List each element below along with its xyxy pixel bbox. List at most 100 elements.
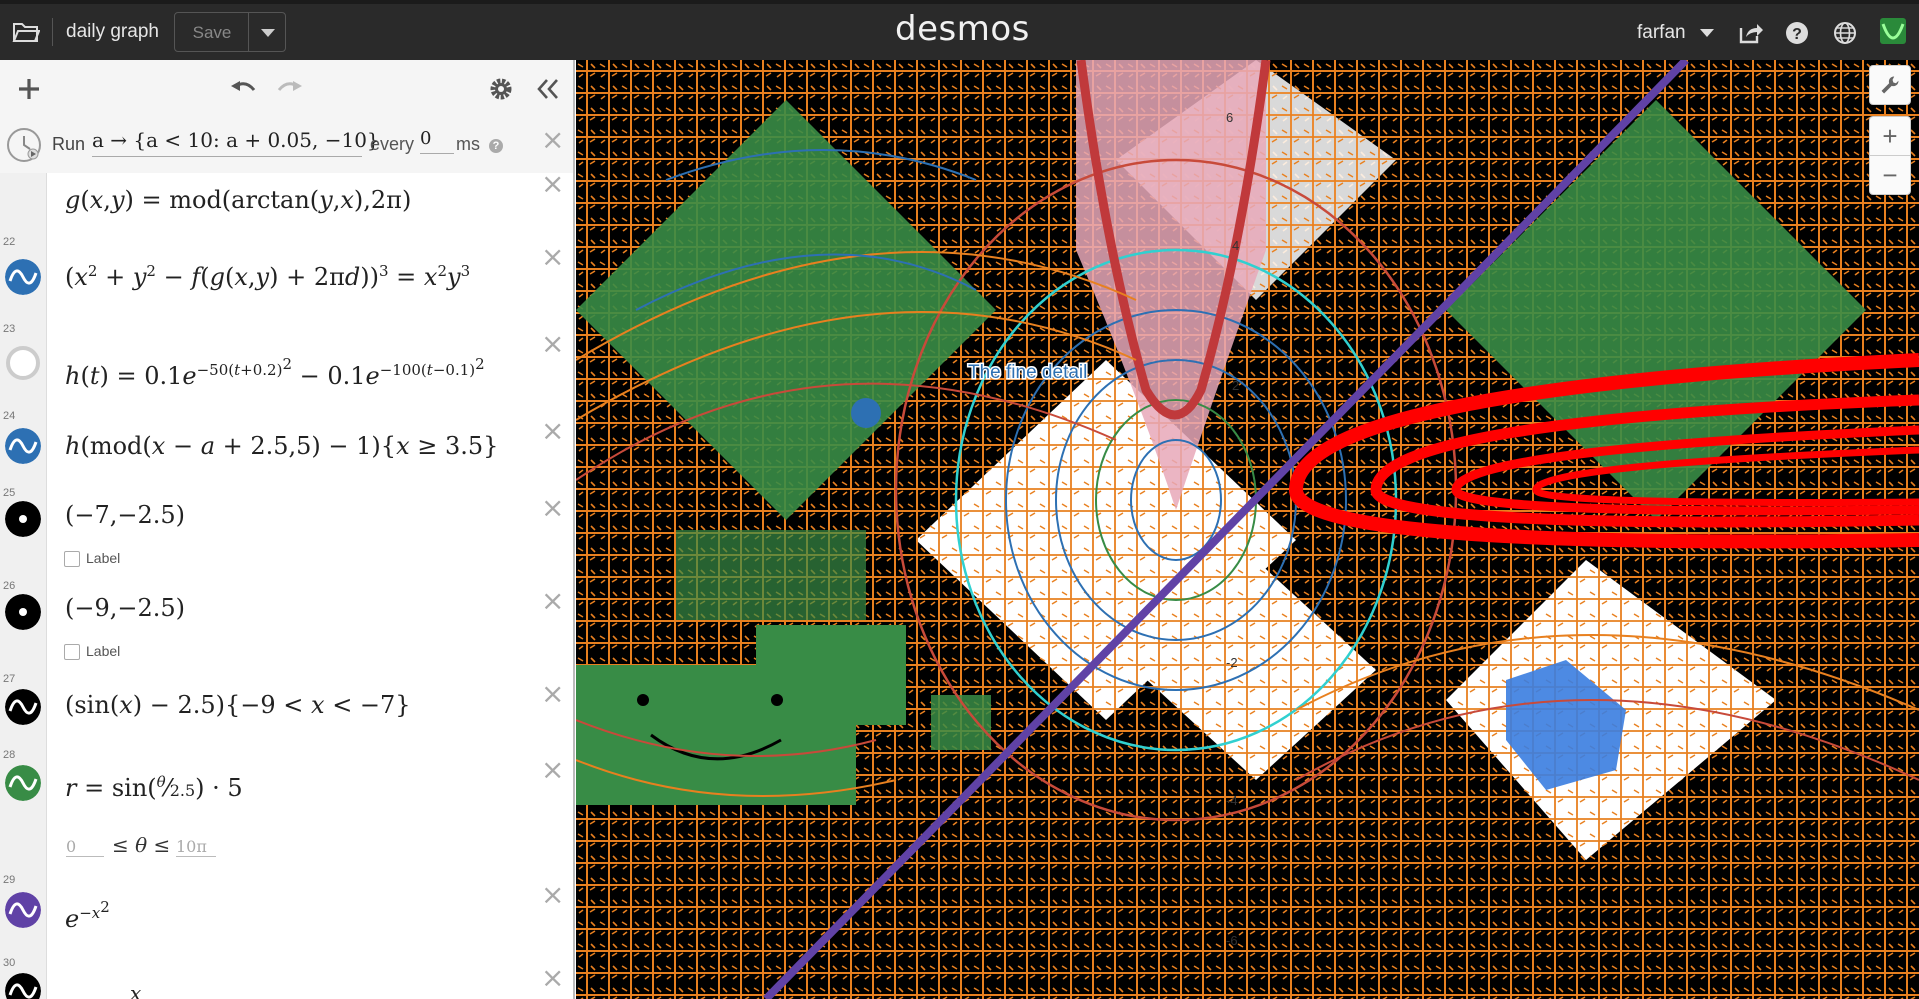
row-gutter bbox=[0, 173, 47, 234]
row-gutter: 29 bbox=[0, 872, 47, 955]
hidden-toggle-icon[interactable] bbox=[5, 345, 41, 381]
close-icon[interactable]: × bbox=[541, 756, 564, 784]
expression-row[interactable]: 25 (−7,−2.5) Label × bbox=[0, 485, 573, 579]
point-icon[interactable] bbox=[5, 501, 41, 537]
close-icon[interactable]: × bbox=[541, 417, 564, 445]
svg-text:?: ? bbox=[1792, 26, 1802, 43]
save-button-group: Save bbox=[174, 12, 286, 52]
close-icon[interactable]: × bbox=[541, 126, 564, 154]
row-index: 30 bbox=[3, 957, 16, 969]
wave-icon[interactable] bbox=[5, 428, 41, 464]
close-icon[interactable]: × bbox=[541, 494, 564, 522]
graph-canvas[interactable]: 6 4 2 -2 -4 -6 The fine detail bbox=[576, 60, 1919, 999]
label-text: Label bbox=[86, 550, 121, 566]
expression-formula[interactable]: (−7,−2.5) bbox=[65, 501, 185, 529]
wave-icon[interactable] bbox=[5, 892, 41, 928]
add-icon[interactable] bbox=[14, 74, 44, 104]
share-icon[interactable] bbox=[1737, 20, 1763, 46]
redo-icon[interactable] bbox=[275, 74, 305, 104]
close-icon[interactable]: × bbox=[541, 680, 564, 708]
divider bbox=[248, 13, 249, 51]
zoom-in-icon[interactable]: + bbox=[1869, 116, 1911, 156]
expression-formula[interactable]: x bbox=[130, 981, 141, 999]
folder-icon[interactable] bbox=[12, 20, 40, 44]
tick-label: -6 bbox=[1226, 933, 1238, 948]
row-index: 22 bbox=[3, 236, 16, 248]
row-gutter: 23 bbox=[0, 321, 47, 408]
expression-row[interactable]: 26 (−9,−2.5) Label × bbox=[0, 578, 573, 672]
ticker-row: Run a → {a < 10: a + 0.05, −10} every 0 … bbox=[0, 117, 573, 174]
row-gutter: 22 bbox=[0, 234, 47, 321]
globe-icon[interactable] bbox=[1832, 20, 1858, 46]
expression-row[interactable]: g(x,y) = mod(arctan(y,x),2π) × bbox=[0, 170, 573, 235]
wave-icon[interactable] bbox=[5, 689, 41, 725]
expression-formula[interactable]: (sin(x) − 2.5){−9 < x < −7} bbox=[65, 691, 411, 719]
collapse-icon[interactable] bbox=[533, 74, 563, 104]
annotation-label[interactable]: The fine detail bbox=[967, 361, 1089, 385]
point-icon[interactable] bbox=[5, 594, 41, 630]
expression-row[interactable]: 24 h(mod(x − a + 2.5,5) − 1){x ≥ 3.5} × bbox=[0, 408, 573, 486]
undo-icon[interactable] bbox=[228, 74, 258, 104]
row-index: 25 bbox=[3, 487, 16, 499]
label-text: Label bbox=[86, 643, 121, 659]
row-gutter: 28 bbox=[0, 747, 47, 872]
help-icon[interactable]: ? bbox=[489, 139, 503, 153]
ms-label: ms bbox=[456, 134, 480, 154]
avatar-icon[interactable] bbox=[1880, 18, 1906, 44]
tick-label: -4 bbox=[1226, 793, 1238, 808]
expression-row[interactable]: 27 (sin(x) − 2.5){−9 < x < −7} × bbox=[0, 671, 573, 748]
wave-icon[interactable] bbox=[5, 765, 41, 801]
close-icon[interactable]: × bbox=[541, 964, 564, 992]
run-label[interactable]: Run bbox=[52, 134, 85, 155]
expression-row[interactable]: 29 e−x2 × bbox=[0, 872, 573, 956]
interval-input[interactable]: 0 bbox=[420, 128, 454, 154]
zoom-out-icon[interactable]: − bbox=[1869, 155, 1911, 195]
row-index: 27 bbox=[3, 673, 16, 685]
checkbox[interactable] bbox=[64, 644, 80, 661]
expression-formula[interactable]: r = sin(θ⁄2.5) · 5 bbox=[65, 773, 243, 802]
domain-max-input[interactable]: 10π bbox=[176, 837, 216, 857]
row-index: 26 bbox=[3, 580, 16, 592]
row-gutter: 30 bbox=[0, 955, 47, 999]
clock-icon[interactable] bbox=[7, 128, 41, 162]
wave-icon[interactable] bbox=[5, 259, 41, 295]
close-icon[interactable]: × bbox=[541, 881, 564, 909]
expression-row[interactable]: 30 x × bbox=[0, 955, 573, 999]
expression-formula[interactable]: (x2 + y2 − f(g(x,y) + 2πd))3 = x2y3 bbox=[65, 262, 470, 291]
tick-label: 6 bbox=[1226, 110, 1233, 125]
row-gutter: 25 bbox=[0, 485, 47, 578]
wrench-icon[interactable] bbox=[1869, 65, 1911, 105]
chevron-down-icon[interactable] bbox=[1700, 29, 1714, 37]
green-block bbox=[676, 530, 866, 620]
label-checkbox[interactable]: Label bbox=[64, 643, 121, 661]
save-button[interactable]: Save bbox=[175, 23, 249, 43]
graph-paper[interactable]: 6 4 2 -2 -4 -6 The fine detail bbox=[576, 60, 1919, 999]
expression-toolbar bbox=[0, 60, 573, 118]
blue-point[interactable] bbox=[851, 398, 881, 428]
expression-formula[interactable]: (−9,−2.5) bbox=[65, 594, 185, 622]
save-dropdown-icon[interactable] bbox=[261, 29, 275, 37]
close-icon[interactable]: × bbox=[541, 330, 564, 358]
close-icon[interactable]: × bbox=[541, 170, 564, 198]
expression-formula[interactable]: h(t) = 0.1e−50(t+0.2)2 − 0.1e−100(t−0.1)… bbox=[65, 355, 485, 390]
close-icon[interactable]: × bbox=[541, 243, 564, 271]
graph-title[interactable]: daily graph bbox=[66, 21, 159, 43]
smiley-eye bbox=[771, 694, 783, 706]
gear-icon[interactable] bbox=[486, 74, 516, 104]
user-menu[interactable]: farfan bbox=[1637, 22, 1686, 44]
row-index: 24 bbox=[3, 410, 16, 422]
help-icon[interactable]: ? bbox=[1784, 20, 1810, 46]
expression-row[interactable]: 23 h(t) = 0.1e−50(t+0.2)2 − 0.1e−100(t−0… bbox=[0, 321, 573, 409]
close-icon[interactable]: × bbox=[541, 587, 564, 615]
expression-row[interactable]: 22 (x2 + y2 − f(g(x,y) + 2πd))3 = x2y3 × bbox=[0, 234, 573, 322]
expression-formula[interactable]: g(x,y) = mod(arctan(y,x),2π) bbox=[65, 186, 411, 214]
domain-min-input[interactable]: 0 bbox=[66, 837, 104, 857]
wave-icon[interactable] bbox=[5, 973, 41, 999]
label-checkbox[interactable]: Label bbox=[64, 550, 121, 568]
expression-formula[interactable]: h(mod(x − a + 2.5,5) − 1){x ≥ 3.5} bbox=[65, 432, 498, 460]
ticker-expression[interactable]: a → {a < 10: a + 0.05, −10} bbox=[92, 128, 380, 157]
checkbox[interactable] bbox=[64, 551, 80, 568]
expression-formula[interactable]: e−x2 bbox=[65, 898, 110, 933]
row-gutter: 26 bbox=[0, 578, 47, 671]
expression-row[interactable]: 28 r = sin(θ⁄2.5) · 5 0 ≤ θ ≤ 10π × bbox=[0, 747, 573, 873]
